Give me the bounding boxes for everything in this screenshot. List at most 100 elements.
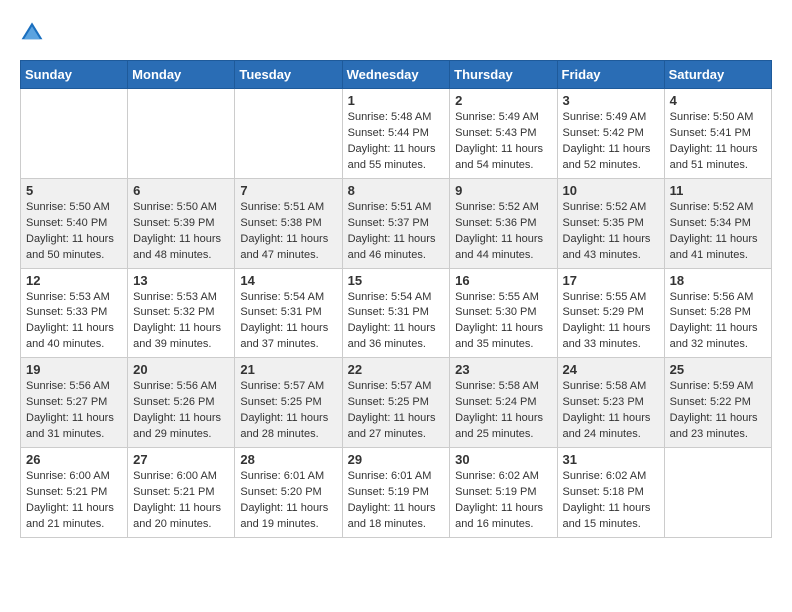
- column-header-friday: Friday: [557, 61, 664, 89]
- cell-info: Sunrise: 5:53 AMSunset: 5:33 PMDaylight:…: [26, 290, 122, 354]
- day-number: 2: [455, 93, 551, 108]
- column-header-monday: Monday: [128, 61, 235, 89]
- day-number: 18: [670, 273, 766, 288]
- cell-info: Sunrise: 5:55 AMSunset: 5:29 PMDaylight:…: [563, 290, 659, 354]
- calendar-cell: 26 Sunrise: 6:00 AMSunset: 5:21 PMDayligh…: [21, 448, 128, 538]
- day-number: 27: [133, 452, 229, 467]
- cell-info: Sunrise: 5:53 AMSunset: 5:32 PMDaylight:…: [133, 290, 229, 354]
- calendar-cell: 28 Sunrise: 6:01 AMSunset: 5:20 PMDayligh…: [235, 448, 342, 538]
- day-number: 15: [348, 273, 445, 288]
- calendar-cell: 8Sunrise: 5:51 AMSunset: 5:37 PMDaylight…: [342, 178, 450, 268]
- cell-info: Sunrise: 5:56 AMSunset: 5:28 PMDaylight:…: [670, 290, 766, 354]
- day-number: 23: [455, 362, 551, 377]
- calendar-week-row: 12 Sunrise: 5:53 AMSunset: 5:33 PMDayligh…: [21, 268, 772, 358]
- calendar-cell: [21, 89, 128, 179]
- cell-info: Sunrise: 5:50 AMSunset: 5:40 PMDaylight:…: [26, 200, 122, 264]
- cell-info: Sunrise: 6:01 AMSunset: 5:19 PMDaylight:…: [348, 469, 445, 533]
- calendar-cell: 27 Sunrise: 6:00 AMSunset: 5:21 PMDayligh…: [128, 448, 235, 538]
- cell-info: Sunrise: 5:54 AMSunset: 5:31 PMDaylight:…: [240, 290, 336, 354]
- day-number: 30: [455, 452, 551, 467]
- day-number: 4: [670, 93, 766, 108]
- calendar-cell: 21 Sunrise: 5:57 AMSunset: 5:25 PMDayligh…: [235, 358, 342, 448]
- day-number: 12: [26, 273, 122, 288]
- cell-info: Sunrise: 5:59 AMSunset: 5:22 PMDaylight:…: [670, 379, 766, 443]
- calendar-cell: 13Sunrise: 5:53 AMSunset: 5:32 PMDayligh…: [128, 268, 235, 358]
- day-number: 28: [240, 452, 336, 467]
- day-number: 31: [563, 452, 659, 467]
- calendar-cell: 15 Sunrise: 5:54 AMSunset: 5:31 PMDayligh…: [342, 268, 450, 358]
- calendar-cell: 22 Sunrise: 5:57 AMSunset: 5:25 PMDayligh…: [342, 358, 450, 448]
- cell-info: Sunrise: 5:56 AMSunset: 5:26 PMDaylight:…: [133, 379, 229, 443]
- day-number: 6: [133, 183, 229, 198]
- cell-info: Sunrise: 5:50 AMSunset: 5:39 PMDaylight:…: [133, 200, 229, 264]
- calendar-cell: 24 Sunrise: 5:58 AMSunset: 5:23 PMDayligh…: [557, 358, 664, 448]
- day-number: 5: [26, 183, 122, 198]
- day-number: 19: [26, 362, 122, 377]
- calendar-cell: 14 Sunrise: 5:54 AMSunset: 5:31 PMDayligh…: [235, 268, 342, 358]
- cell-info: Sunrise: 5:52 AMSunset: 5:36 PMDaylight:…: [455, 200, 551, 264]
- day-number: 16: [455, 273, 551, 288]
- column-header-saturday: Saturday: [664, 61, 771, 89]
- cell-info: Sunrise: 5:52 AMSunset: 5:34 PMDaylight:…: [670, 200, 766, 264]
- day-number: 11: [670, 183, 766, 198]
- calendar-week-row: 19Sunrise: 5:56 AMSunset: 5:27 PMDayligh…: [21, 358, 772, 448]
- day-number: 3: [563, 93, 659, 108]
- cell-info: Sunrise: 5:51 AMSunset: 5:38 PMDaylight:…: [240, 200, 336, 264]
- cell-info: Sunrise: 6:02 AMSunset: 5:18 PMDaylight:…: [563, 469, 659, 533]
- day-number: 7: [240, 183, 336, 198]
- calendar-cell: 4 Sunrise: 5:50 AMSunset: 5:41 PMDaylight…: [664, 89, 771, 179]
- cell-info: Sunrise: 6:00 AMSunset: 5:21 PMDaylight:…: [133, 469, 229, 533]
- calendar-cell: [664, 448, 771, 538]
- logo: [20, 20, 48, 44]
- calendar-week-row: 5 Sunrise: 5:50 AMSunset: 5:40 PMDaylight…: [21, 178, 772, 268]
- cell-info: Sunrise: 5:58 AMSunset: 5:24 PMDaylight:…: [455, 379, 551, 443]
- calendar-cell: 12 Sunrise: 5:53 AMSunset: 5:33 PMDayligh…: [21, 268, 128, 358]
- logo-icon: [20, 20, 44, 44]
- calendar-cell: 10Sunrise: 5:52 AMSunset: 5:35 PMDayligh…: [557, 178, 664, 268]
- calendar-cell: 16 Sunrise: 5:55 AMSunset: 5:30 PMDayligh…: [450, 268, 557, 358]
- cell-info: Sunrise: 5:55 AMSunset: 5:30 PMDaylight:…: [455, 290, 551, 354]
- calendar-cell: 7 Sunrise: 5:51 AMSunset: 5:38 PMDaylight…: [235, 178, 342, 268]
- cell-info: Sunrise: 5:48 AMSunset: 5:44 PMDaylight:…: [348, 110, 445, 174]
- calendar-cell: 30 Sunrise: 6:02 AMSunset: 5:19 PMDayligh…: [450, 448, 557, 538]
- cell-info: Sunrise: 5:49 AMSunset: 5:42 PMDaylight:…: [563, 110, 659, 174]
- day-number: 14: [240, 273, 336, 288]
- cell-info: Sunrise: 5:52 AMSunset: 5:35 PMDaylight:…: [563, 200, 659, 264]
- day-number: 9: [455, 183, 551, 198]
- cell-info: Sunrise: 5:54 AMSunset: 5:31 PMDaylight:…: [348, 290, 445, 354]
- day-number: 24: [563, 362, 659, 377]
- calendar-header-row: SundayMondayTuesdayWednesdayThursdayFrid…: [21, 61, 772, 89]
- calendar-cell: 19Sunrise: 5:56 AMSunset: 5:27 PMDayligh…: [21, 358, 128, 448]
- day-number: 21: [240, 362, 336, 377]
- day-number: 29: [348, 452, 445, 467]
- calendar-cell: 11 Sunrise: 5:52 AMSunset: 5:34 PMDayligh…: [664, 178, 771, 268]
- day-number: 1: [348, 93, 445, 108]
- calendar-cell: 20 Sunrise: 5:56 AMSunset: 5:26 PMDayligh…: [128, 358, 235, 448]
- column-header-tuesday: Tuesday: [235, 61, 342, 89]
- calendar-cell: [235, 89, 342, 179]
- calendar-cell: 2Sunrise: 5:49 AMSunset: 5:43 PMDaylight…: [450, 89, 557, 179]
- day-number: 17: [563, 273, 659, 288]
- cell-info: Sunrise: 5:57 AMSunset: 5:25 PMDaylight:…: [348, 379, 445, 443]
- calendar-week-row: 1 Sunrise: 5:48 AMSunset: 5:44 PMDaylight…: [21, 89, 772, 179]
- cell-info: Sunrise: 5:57 AMSunset: 5:25 PMDaylight:…: [240, 379, 336, 443]
- cell-info: Sunrise: 5:50 AMSunset: 5:41 PMDaylight:…: [670, 110, 766, 174]
- cell-info: Sunrise: 6:01 AMSunset: 5:20 PMDaylight:…: [240, 469, 336, 533]
- calendar-cell: 17 Sunrise: 5:55 AMSunset: 5:29 PMDayligh…: [557, 268, 664, 358]
- day-number: 26: [26, 452, 122, 467]
- column-header-sunday: Sunday: [21, 61, 128, 89]
- calendar-cell: 9 Sunrise: 5:52 AMSunset: 5:36 PMDaylight…: [450, 178, 557, 268]
- cell-info: Sunrise: 6:02 AMSunset: 5:19 PMDaylight:…: [455, 469, 551, 533]
- column-header-wednesday: Wednesday: [342, 61, 450, 89]
- calendar-cell: [128, 89, 235, 179]
- calendar-cell: 6 Sunrise: 5:50 AMSunset: 5:39 PMDaylight…: [128, 178, 235, 268]
- day-number: 22: [348, 362, 445, 377]
- column-header-thursday: Thursday: [450, 61, 557, 89]
- cell-info: Sunrise: 5:58 AMSunset: 5:23 PMDaylight:…: [563, 379, 659, 443]
- calendar-cell: 23 Sunrise: 5:58 AMSunset: 5:24 PMDayligh…: [450, 358, 557, 448]
- calendar-cell: 5 Sunrise: 5:50 AMSunset: 5:40 PMDaylight…: [21, 178, 128, 268]
- day-number: 20: [133, 362, 229, 377]
- cell-info: Sunrise: 6:00 AMSunset: 5:21 PMDaylight:…: [26, 469, 122, 533]
- page-header: [20, 20, 772, 44]
- calendar-cell: 18 Sunrise: 5:56 AMSunset: 5:28 PMDayligh…: [664, 268, 771, 358]
